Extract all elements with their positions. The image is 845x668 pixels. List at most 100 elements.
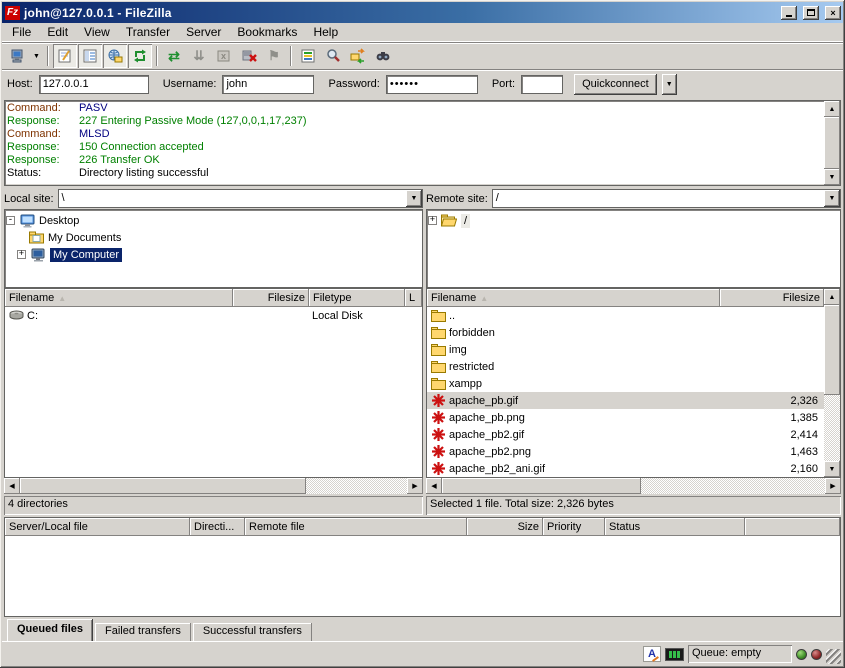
compare-button[interactable] (321, 44, 345, 68)
titlebar[interactable]: Fz john@127.0.0.1 - FileZilla × (2, 2, 843, 23)
queue-column-status[interactable]: Status (605, 518, 745, 536)
site-manager-dropdown[interactable]: ▼ (30, 44, 43, 68)
tree-item-my-computer[interactable]: + My Computer (6, 246, 421, 263)
queue-column-server-local-file[interactable]: Server/Local file (5, 518, 190, 536)
scroll-down-arrow[interactable]: ▼ (824, 169, 840, 185)
menu-view[interactable]: View (76, 23, 118, 41)
scroll-thumb[interactable] (20, 478, 306, 494)
log-text: Directory listing successful (79, 167, 209, 179)
remote-file-row[interactable]: .. (427, 307, 824, 324)
combo-dropdown-button[interactable]: ▼ (406, 190, 422, 207)
queue-column-direction[interactable]: Directi... (190, 518, 245, 536)
tab-successful-transfers[interactable]: Successful transfers (193, 623, 312, 641)
toggle-transfer-queue-button[interactable] (128, 44, 152, 68)
menu-edit[interactable]: Edit (39, 23, 76, 41)
scroll-thumb[interactable] (824, 117, 840, 169)
folder-icon (430, 308, 446, 324)
log-line: Response:150 Connection accepted (7, 141, 822, 154)
remote-site-combo[interactable]: / ▼ (492, 189, 841, 208)
filter-button[interactable] (296, 44, 320, 68)
queue-column-remote-file[interactable]: Remote file (245, 518, 467, 536)
scroll-down-arrow[interactable]: ▼ (824, 461, 840, 477)
remote-file-row[interactable]: xampp (427, 375, 824, 392)
local-column-filename[interactable]: Filename▲ (5, 289, 233, 307)
remote-file-row[interactable]: forbidden (427, 324, 824, 341)
tree-item-root[interactable]: + / (428, 212, 839, 229)
remote-file-row[interactable]: img (427, 341, 824, 358)
refresh-button[interactable]: ⇄ (162, 44, 186, 68)
cancel-operation-button[interactable]: x (212, 44, 236, 68)
scroll-thumb[interactable] (442, 478, 641, 494)
remote-horizontal-scrollbar[interactable]: ◀ ▶ (426, 478, 841, 494)
reconnect-button[interactable]: ⚑ (262, 44, 286, 68)
scroll-track[interactable] (20, 478, 407, 494)
username-input[interactable] (222, 75, 314, 94)
menu-transfer[interactable]: Transfer (118, 23, 178, 41)
toggle-remote-tree-button[interactable] (103, 44, 127, 68)
transfer-type-ascii-icon[interactable]: A (643, 646, 661, 662)
remote-site-value: / (493, 190, 824, 207)
local-site-combo[interactable]: \ ▼ (58, 189, 423, 208)
scroll-right-arrow[interactable]: ▶ (407, 478, 423, 494)
menu-server[interactable]: Server (178, 23, 229, 41)
remote-file-row[interactable]: restricted (427, 358, 824, 375)
scroll-up-arrow[interactable]: ▲ (824, 289, 840, 305)
process-queue-button[interactable]: ⇊ (187, 44, 211, 68)
scroll-track[interactable] (824, 117, 840, 169)
expand-icon[interactable]: + (17, 250, 26, 259)
minimize-button[interactable] (781, 6, 797, 20)
menu-help[interactable]: Help (305, 23, 346, 41)
scroll-left-arrow[interactable]: ◀ (4, 478, 20, 494)
combo-dropdown-button[interactable]: ▼ (824, 190, 840, 207)
remote-file-row[interactable]: apache_pb.png 1,385 (427, 409, 824, 426)
scroll-left-arrow[interactable]: ◀ (426, 478, 442, 494)
scroll-thumb[interactable] (824, 305, 840, 395)
remote-column-filename[interactable]: Filename▲ (427, 289, 720, 307)
remote-file-row[interactable]: apache_pb2.gif 2,414 (427, 426, 824, 443)
tab-queued-files[interactable]: Queued files (7, 619, 93, 641)
disk-drive-icon (8, 308, 24, 324)
resize-grip[interactable] (826, 649, 841, 664)
column-label: Directi... (194, 521, 234, 533)
speed-limits-icon[interactable] (665, 648, 684, 661)
find-files-button[interactable] (371, 44, 395, 68)
menu-file[interactable]: File (4, 23, 39, 41)
quickconnect-button[interactable]: Quickconnect (574, 74, 657, 95)
remote-vertical-scrollbar[interactable]: ▲ ▼ (824, 289, 840, 477)
queue-column-size[interactable]: Size (467, 518, 543, 536)
local-column-last-modified[interactable]: L (405, 289, 422, 307)
local-column-filesize[interactable]: Filesize (233, 289, 309, 307)
local-file-list-wrap: Filename▲ Filesize Filetype L C: (4, 288, 423, 478)
scroll-track[interactable] (442, 478, 825, 494)
remote-file-row[interactable]: apache_pb2.png 1,463 (427, 443, 824, 460)
local-column-filetype[interactable]: Filetype (309, 289, 405, 307)
close-button[interactable]: × (825, 6, 841, 20)
expand-icon[interactable]: + (428, 216, 437, 225)
quickconnect-dropdown[interactable]: ▼ (662, 74, 677, 95)
menu-bookmarks[interactable]: Bookmarks (229, 23, 305, 41)
port-input[interactable] (521, 75, 563, 94)
toggle-message-log-button[interactable] (53, 44, 77, 68)
scroll-track[interactable] (824, 305, 840, 461)
tree-item-desktop[interactable]: - Desktop (6, 212, 421, 229)
toggle-transfer-queue-icon (132, 48, 148, 64)
tree-item-my-documents[interactable]: My Documents (6, 229, 421, 246)
tab-failed-transfers[interactable]: Failed transfers (95, 623, 191, 641)
sync-browse-button[interactable] (346, 44, 370, 68)
local-horizontal-scrollbar[interactable]: ◀ ▶ (4, 478, 423, 494)
toggle-local-tree-button[interactable] (78, 44, 102, 68)
site-manager-button[interactable] (5, 44, 29, 68)
local-file-row-c-drive[interactable]: C: Local Disk (5, 307, 422, 324)
queue-column-priority[interactable]: Priority (543, 518, 605, 536)
remote-file-row-selected[interactable]: apache_pb.gif 2,326 (427, 392, 824, 409)
disconnect-button[interactable] (237, 44, 261, 68)
host-input[interactable] (39, 75, 149, 94)
remote-file-row[interactable]: apache_pb2_ani.gif 2,160 (427, 460, 824, 477)
scroll-up-arrow[interactable]: ▲ (824, 101, 840, 117)
log-scrollbar[interactable]: ▲ ▼ (824, 101, 840, 185)
collapse-icon[interactable]: - (6, 216, 15, 225)
password-input[interactable] (386, 75, 478, 94)
remote-column-filesize[interactable]: Filesize (720, 289, 824, 307)
scroll-right-arrow[interactable]: ▶ (825, 478, 841, 494)
maximize-button[interactable] (803, 6, 819, 20)
